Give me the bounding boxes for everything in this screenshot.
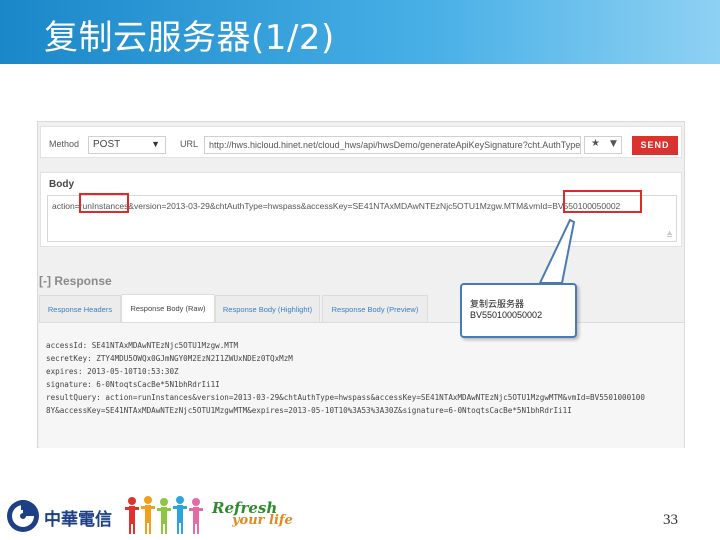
page-number: 33 xyxy=(663,512,678,528)
company-name: 中華電信 xyxy=(44,510,112,530)
api-tester-window: Method POST ▼ URL http://hws.hicloud.hin… xyxy=(37,121,685,448)
star-icon: ★ xyxy=(591,138,600,149)
response-line: resultQuery: action=runInstances&version… xyxy=(46,393,645,402)
callout-line1: 复制云服务器 xyxy=(470,299,525,309)
chevron-down-icon: ▼ xyxy=(610,139,617,149)
request-bar: Method POST ▼ URL http://hws.hicloud.hin… xyxy=(40,126,682,158)
tab-response-body-raw[interactable]: Response Body (Raw) xyxy=(121,294,215,323)
people-figures-icon xyxy=(125,496,203,534)
url-label: URL xyxy=(180,139,199,149)
callout-line2: BV550100050002 xyxy=(470,310,543,320)
url-input[interactable]: http://hws.hicloud.hinet.net/cloud_hws/a… xyxy=(204,136,581,154)
highlight-action-box xyxy=(79,193,129,213)
method-value: POST xyxy=(93,139,121,150)
method-label: Method xyxy=(49,139,80,149)
resize-grip-icon[interactable]: ≜ xyxy=(666,231,673,240)
method-select[interactable]: POST ▼ xyxy=(88,136,166,154)
tab-response-body-highlight[interactable]: Response Body (Highlight) xyxy=(215,295,320,322)
send-button[interactable]: SEND xyxy=(632,136,678,155)
callout-box: 复制云服务器 BV550100050002 xyxy=(460,283,577,338)
tab-response-body-preview[interactable]: Response Body (Preview) xyxy=(322,295,428,322)
chevron-down-icon: ▼ xyxy=(151,139,160,149)
callout-pointer xyxy=(538,218,576,284)
response-section-title[interactable]: [-] Response xyxy=(39,274,112,288)
response-line: expires: 2013-05-10T10:53:30Z xyxy=(46,367,179,376)
response-body-raw: accessId: SE41NTAxMDAwNTEzNjc5OTU1Mzgw.M… xyxy=(39,322,684,448)
slide-header: 复制云服务器(1/2) xyxy=(0,0,720,64)
tab-response-headers[interactable]: Response Headers xyxy=(39,295,121,322)
response-line: 8Y&accessKey=SE41NTAxMDAwNTEzNjc5OTU1Mzg… xyxy=(46,406,572,415)
response-line: secretKey: ZTY4MDU5OWQx0GJmNGY0M2EzN2I1Z… xyxy=(46,354,293,363)
response-line: signature: 6-0NtoqtsCacBe*5N1bhRdrIi1I xyxy=(46,380,220,389)
response-line: accessId: SE41NTAxMDAwNTEzNjc5OTU1Mzgw.M… xyxy=(46,341,239,350)
company-logo-icon xyxy=(7,500,39,532)
slogan-your-life: your life xyxy=(232,513,293,528)
favorite-dropdown[interactable]: ★ ▼ xyxy=(584,136,622,154)
body-label: Body xyxy=(49,179,74,190)
slide-title: 复制云服务器(1/2) xyxy=(44,18,335,58)
